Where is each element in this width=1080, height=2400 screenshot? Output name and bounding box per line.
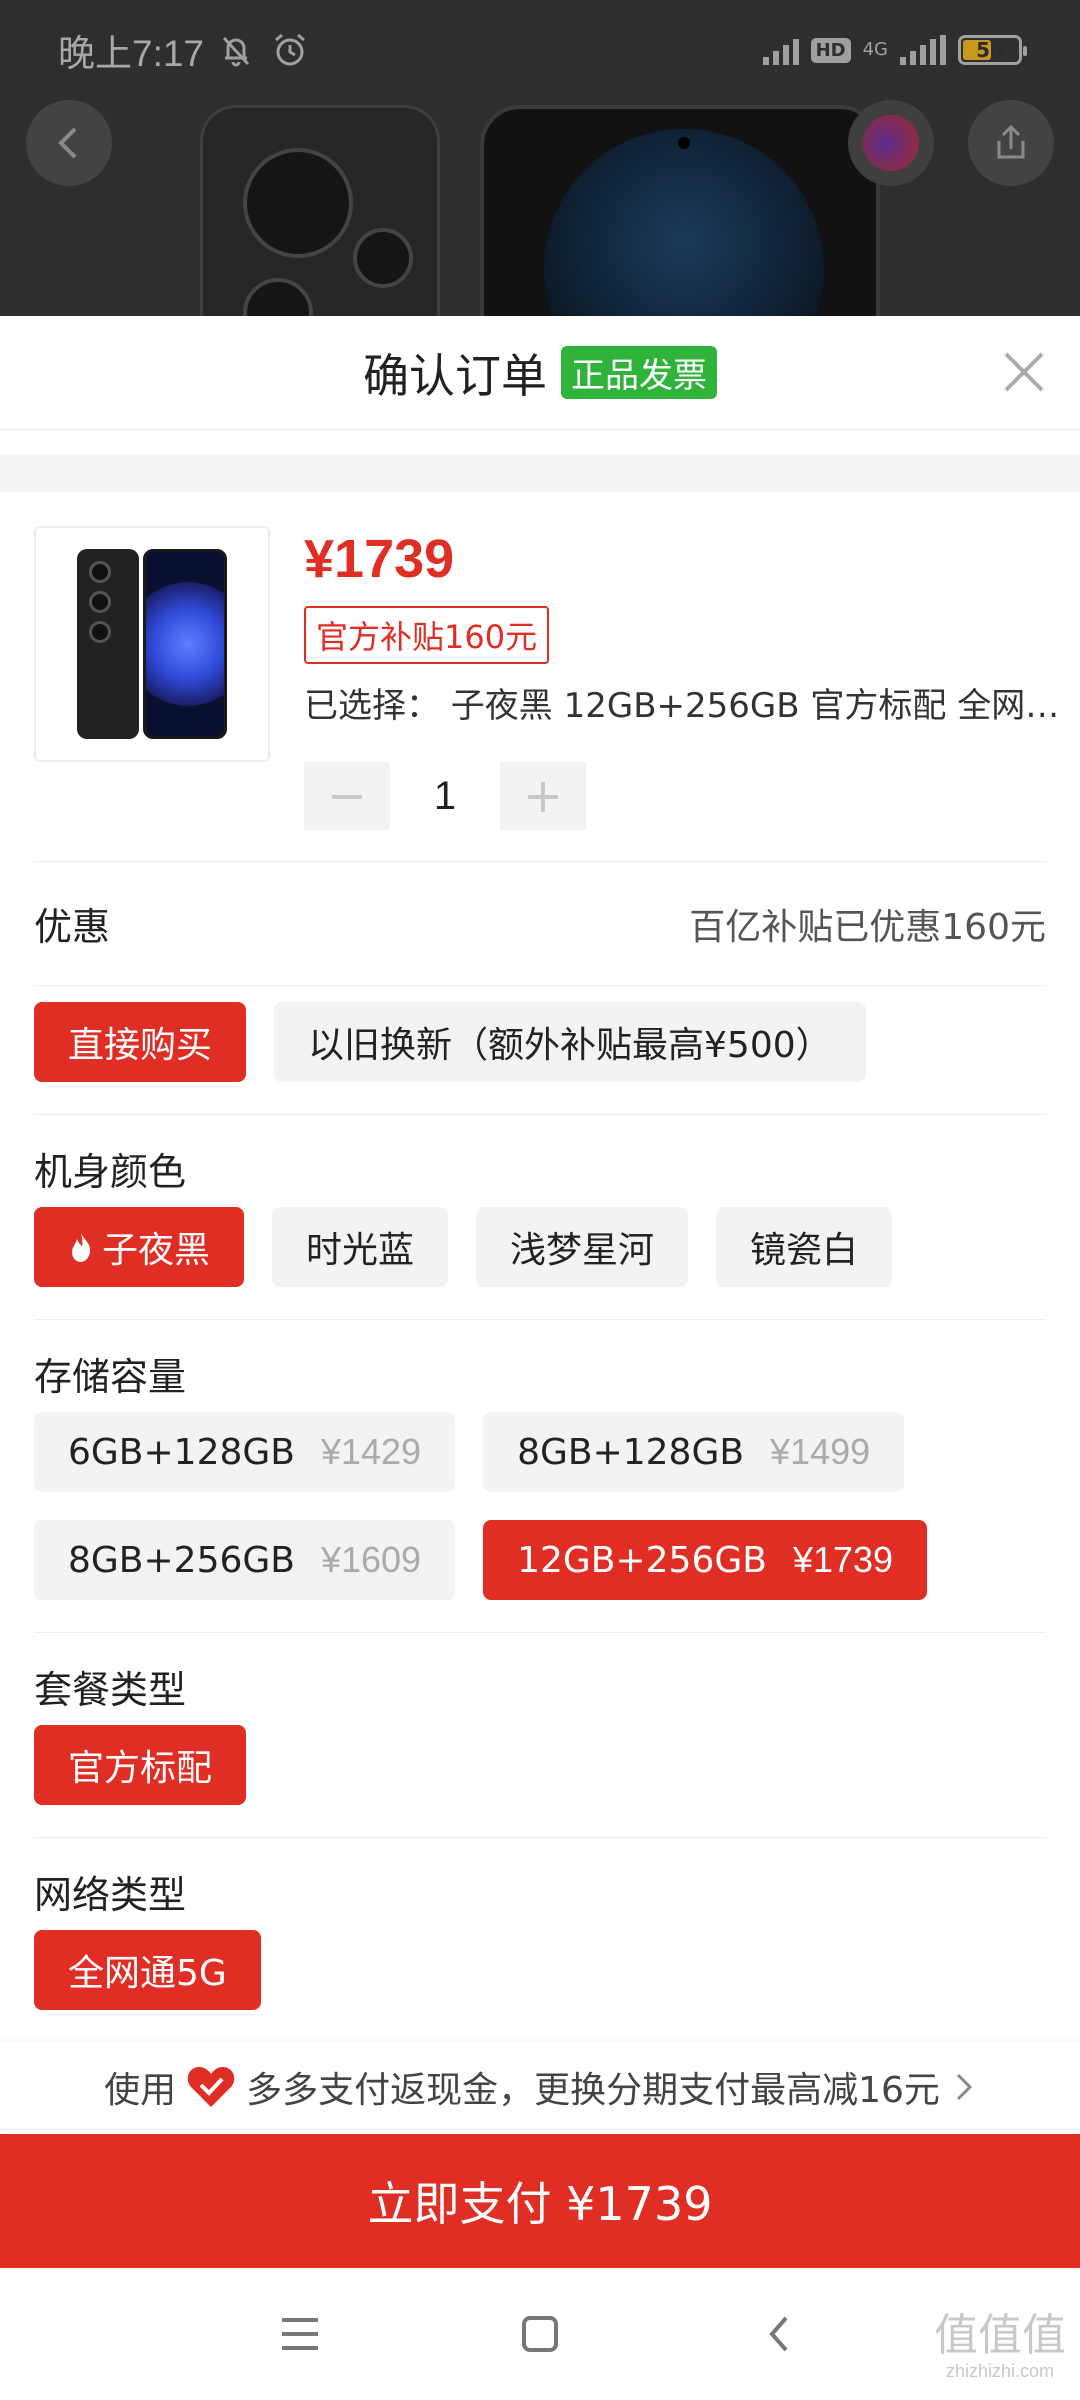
buy-type-section: 直接购买 以旧换新（额外补贴最高¥500） xyxy=(34,986,1046,1115)
trade-in-option[interactable]: 以旧换新（额外补贴最高¥500） xyxy=(274,1002,866,1082)
share-button[interactable] xyxy=(968,100,1054,186)
menu-icon xyxy=(282,2318,318,2350)
network-option-5g[interactable]: 全网通5G xyxy=(34,1930,261,2010)
storage-option-12-256[interactable]: 12GB+256GB ¥1739 xyxy=(483,1520,928,1600)
storage-option-8-128[interactable]: 8GB+128GB ¥1499 xyxy=(483,1412,905,1492)
promo-text: 多多支付返现金，更换分期支付最高减16元 xyxy=(246,2070,940,2111)
flame-icon xyxy=(68,1231,94,1263)
storage-label: 6GB+128GB xyxy=(68,1431,295,1473)
alarm-clock-icon xyxy=(275,33,305,66)
discount-label: 优惠 xyxy=(34,905,111,949)
storage-price: ¥1499 xyxy=(770,1431,871,1472)
discount-value: 百亿补贴已优惠160元 xyxy=(689,906,1046,948)
network-section: 网络类型 全网通5G xyxy=(34,1838,1046,2042)
site-watermark: 值值值 zhizhizhi.com xyxy=(934,2314,1066,2381)
storage-price: ¥1609 xyxy=(320,1539,422,1580)
product-summary: ¥1739 官方补贴160元 已选择： 子夜黑 12GB+256GB 官方标配 … xyxy=(34,492,1080,862)
color-option-midnight-black[interactable]: 子夜黑 xyxy=(34,1207,245,1287)
network-type: 4G xyxy=(862,39,888,60)
nav-back-button[interactable] xyxy=(660,2314,900,2354)
quantity-stepper: − 1 + xyxy=(304,762,586,830)
product-thumbnail[interactable] xyxy=(34,526,270,762)
genuine-invoice-badge: 正品发票 xyxy=(561,346,717,399)
color-option-label: 子夜黑 xyxy=(102,1230,211,1271)
background-product-page: 晚上7:17 HD 4G 50 xyxy=(0,0,1080,320)
package-title: 套餐类型 xyxy=(34,1668,187,1712)
nav-home-button[interactable] xyxy=(420,2314,660,2354)
battery-icon: 50 xyxy=(958,35,1027,65)
status-bar: 晚上7:17 HD 4G 50 xyxy=(0,0,1080,100)
hd-badge: HD xyxy=(810,37,851,63)
color-option-time-blue[interactable]: 时光蓝 xyxy=(272,1207,449,1287)
sheet-title: 确认订单 xyxy=(363,348,547,403)
product-hero-image xyxy=(200,105,880,320)
phone-thumbnail-image xyxy=(77,549,227,739)
watermark-sub: zhizhizhi.com xyxy=(945,2361,1055,2381)
color-option-dream-galaxy[interactable]: 浅梦星河 xyxy=(476,1207,689,1287)
divider-band xyxy=(0,430,1080,492)
wifi-signal-icon xyxy=(762,35,799,65)
quantity-value[interactable]: 1 xyxy=(390,774,500,819)
color-option-ceramic-white[interactable]: 镜瓷白 xyxy=(716,1207,893,1287)
chevron-right-icon xyxy=(956,2073,973,2101)
phone-front-image xyxy=(480,105,880,320)
payment-promo-bar[interactable]: 使用 多多支付返现金，更换分期支付最高减16元 xyxy=(0,2042,1080,2132)
mute-bell-icon xyxy=(222,36,250,67)
shop-avatar[interactable] xyxy=(848,100,934,186)
nav-menu-button[interactable] xyxy=(180,2314,420,2354)
sheet-header: 确认订单 正品发票 xyxy=(0,316,1080,430)
storage-title: 存储容量 xyxy=(34,1355,187,1399)
home-square-icon xyxy=(522,2316,558,2352)
increase-button[interactable]: + xyxy=(500,762,586,830)
storage-price: ¥1429 xyxy=(320,1431,422,1472)
watermark-main: 值值值 xyxy=(934,2310,1066,2361)
phone-back-image xyxy=(200,105,440,320)
storage-label: 12GB+256GB xyxy=(517,1539,767,1581)
share-icon xyxy=(997,124,1025,159)
storage-section: 存储容量 6GB+128GB ¥1429 8GB+128GB ¥1499 8GB… xyxy=(34,1320,1046,1633)
buy-direct-option[interactable]: 直接购买 xyxy=(34,1002,247,1082)
duoduo-pay-heart-icon xyxy=(186,2065,236,2109)
package-section: 套餐类型 官方标配 xyxy=(34,1633,1046,1838)
storage-label: 8GB+128GB xyxy=(517,1431,745,1473)
cell-signal-icon xyxy=(900,35,946,65)
pay-now-button[interactable]: 立即支付 ¥1739 xyxy=(0,2134,1080,2268)
back-button[interactable] xyxy=(26,100,112,186)
subsidy-tag: 官方补贴160元 xyxy=(304,606,550,664)
product-price: ¥1739 xyxy=(304,529,455,589)
battery-level: 50 xyxy=(976,38,1004,62)
status-time: 晚上7:17 xyxy=(58,33,205,74)
system-navigation-bar: 值值值 zhizhizhi.com xyxy=(0,2268,1080,2400)
back-triangle-icon xyxy=(769,2316,788,2352)
decrease-button[interactable]: − xyxy=(304,762,390,830)
storage-price: ¥1739 xyxy=(792,1539,894,1580)
storage-label: 8GB+256GB xyxy=(68,1539,295,1581)
storage-option-8-256[interactable]: 8GB+256GB ¥1609 xyxy=(34,1520,456,1600)
network-title: 网络类型 xyxy=(34,1873,187,1917)
package-option-official[interactable]: 官方标配 xyxy=(34,1725,247,1805)
selected-spec: 已选择： 子夜黑 12GB+256GB 官方标配 全网通5G xyxy=(304,686,1080,726)
chevron-left-icon xyxy=(58,127,77,159)
close-icon[interactable] xyxy=(996,344,1052,400)
promo-prefix: 使用 xyxy=(104,2070,177,2111)
color-section: 机身颜色 子夜黑 时光蓝 浅梦星河 镜瓷白 xyxy=(34,1115,1046,1320)
color-title: 机身颜色 xyxy=(34,1150,187,1194)
discount-row[interactable]: 优惠 百亿补贴已优惠160元 xyxy=(34,862,1046,986)
storage-option-6-128[interactable]: 6GB+128GB ¥1429 xyxy=(34,1412,456,1492)
